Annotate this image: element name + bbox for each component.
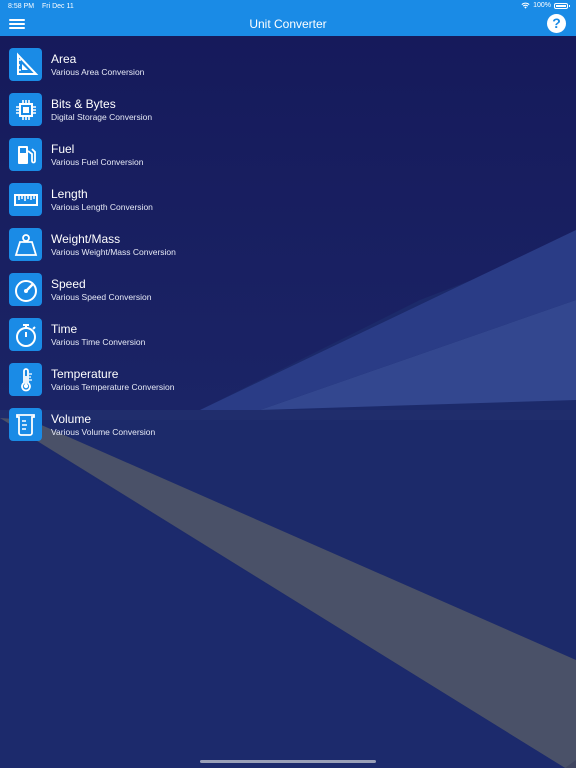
home-indicator[interactable] — [200, 760, 376, 763]
item-name: Bits & Bytes — [51, 97, 116, 111]
item-name: Fuel — [51, 142, 75, 156]
item-description: Various Weight/Mass Conversion — [51, 247, 176, 257]
speedometer-icon — [9, 273, 42, 306]
battery-percent: 100% — [533, 2, 551, 9]
beaker-icon — [9, 408, 42, 441]
list-item-bits-bytes[interactable]: Bits & Bytes Digital Storage Conversion — [0, 90, 576, 135]
list-item-length[interactable]: Length Various Length Conversion — [0, 180, 576, 225]
status-time: 8:58 PM — [8, 3, 35, 10]
list-item-fuel[interactable]: Fuel Various Fuel Conversion — [0, 135, 576, 180]
set-square-icon — [9, 48, 42, 81]
converter-list: Area Various Area Conversion Bits & Byte… — [0, 45, 576, 450]
help-button[interactable]: ? — [547, 14, 566, 33]
status-date: Fri Dec 11 — [42, 3, 74, 10]
list-item-area[interactable]: Area Various Area Conversion — [0, 45, 576, 90]
list-item-volume[interactable]: Volume Various Volume Conversion — [0, 405, 576, 450]
thermometer-icon — [9, 363, 42, 396]
item-description: Various Volume Conversion — [51, 427, 156, 437]
item-description: Various Time Conversion — [51, 337, 146, 347]
item-description: Various Area Conversion — [51, 67, 145, 77]
stopwatch-icon — [9, 318, 42, 351]
list-item-time[interactable]: Time Various Time Conversion — [0, 315, 576, 360]
page-title: Unit Converter — [249, 17, 327, 31]
item-description: Digital Storage Conversion — [51, 112, 153, 122]
chip-icon — [9, 93, 42, 126]
list-item-speed[interactable]: Speed Various Speed Conversion — [0, 270, 576, 315]
list-item-weight-mass[interactable]: Weight/Mass Various Weight/Mass Conversi… — [0, 225, 576, 270]
status-bar: 8:58 PM Fri Dec 11 100% — [0, 0, 576, 14]
item-name: Time — [51, 322, 78, 336]
item-name: Weight/Mass — [51, 232, 121, 246]
item-name: Volume — [51, 412, 92, 426]
item-name: Speed — [51, 277, 86, 291]
item-name: Length — [51, 187, 88, 201]
weight-icon — [9, 228, 42, 261]
status-right: 100% — [521, 2, 570, 9]
battery-icon — [554, 2, 570, 9]
item-description: Various Speed Conversion — [51, 292, 152, 302]
nav-bar: Unit Converter ? — [0, 14, 576, 36]
item-description: Various Fuel Conversion — [51, 157, 144, 167]
fuel-pump-icon — [9, 138, 42, 171]
item-description: Various Length Conversion — [51, 202, 153, 212]
item-name: Temperature — [51, 367, 119, 381]
item-description: Various Temperature Conversion — [51, 382, 175, 392]
list-item-temperature[interactable]: Temperature Various Temperature Conversi… — [0, 360, 576, 405]
wifi-icon — [521, 2, 530, 9]
item-name: Area — [51, 52, 77, 66]
ruler-icon — [9, 183, 42, 216]
